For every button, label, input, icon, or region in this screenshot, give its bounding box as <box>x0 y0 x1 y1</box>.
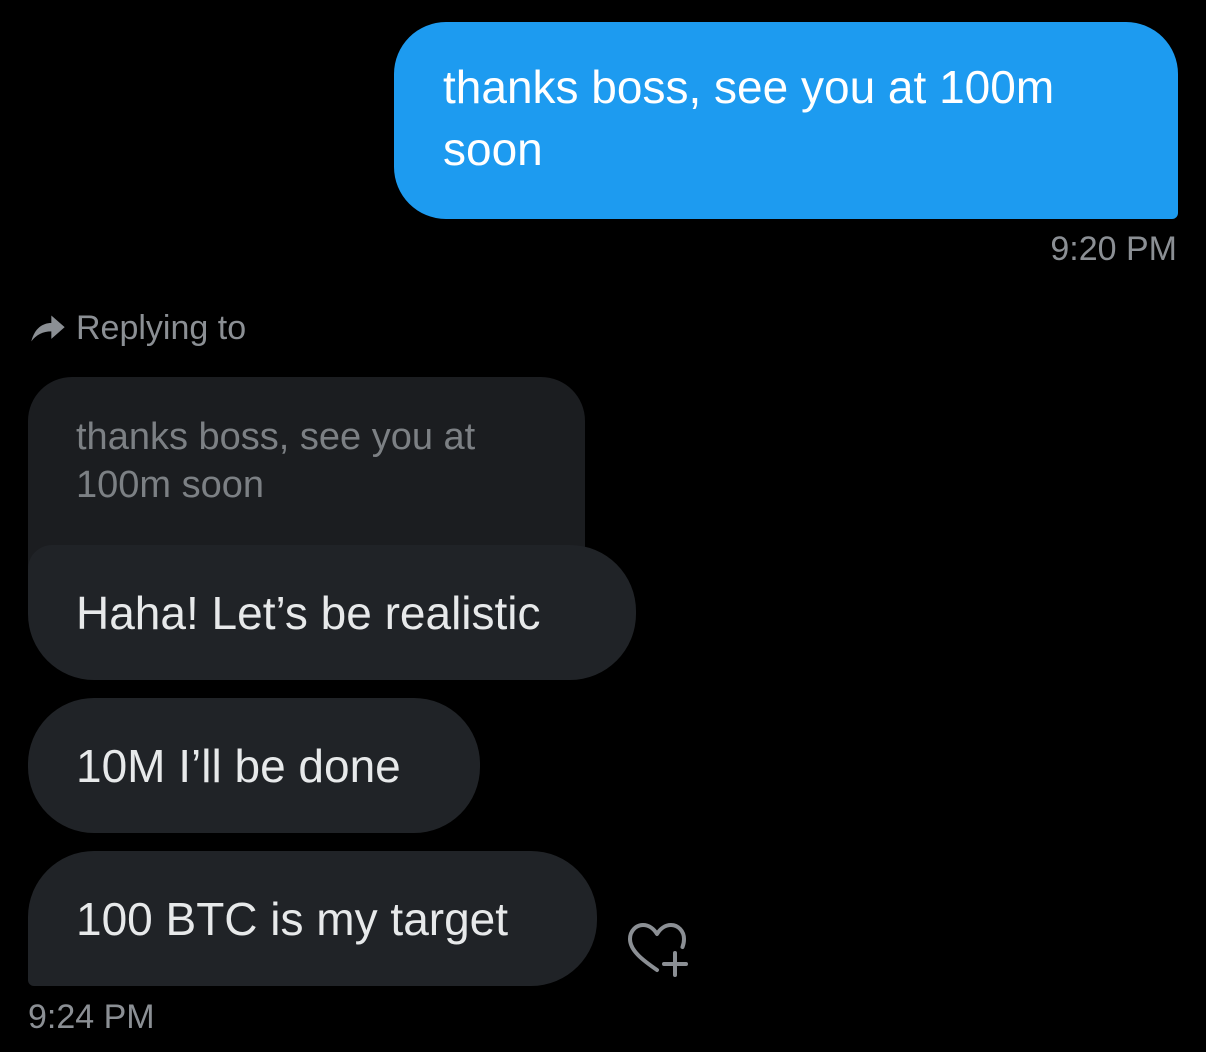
sent-message-bubble[interactable]: thanks boss, see you at 100m soon <box>394 22 1178 219</box>
replying-to-indicator: Replying to <box>28 308 246 348</box>
received-message-text: 10M I’ll be done <box>76 739 401 792</box>
replying-to-label: Replying to <box>76 308 247 347</box>
sent-message-timestamp: 9:20 PM <box>1050 230 1177 268</box>
quoted-message-text: thanks boss, see you at 100m soon <box>76 416 476 506</box>
heart-plus-icon <box>628 923 688 977</box>
received-message-bubble[interactable]: 10M I’ll be done <box>28 698 480 833</box>
sent-message-text: thanks boss, see you at 100m soon <box>443 61 1055 175</box>
received-message-bubble[interactable]: Haha! Let’s be realistic <box>28 545 636 680</box>
received-message-text: 100 BTC is my target <box>76 892 509 945</box>
received-message-bubble[interactable]: 100 BTC is my target <box>28 851 597 986</box>
reply-arrow-icon <box>31 315 65 342</box>
received-message-text: Haha! Let’s be realistic <box>76 586 541 639</box>
received-message-timestamp: 9:24 PM <box>28 998 155 1036</box>
add-reaction-button[interactable] <box>624 920 690 978</box>
